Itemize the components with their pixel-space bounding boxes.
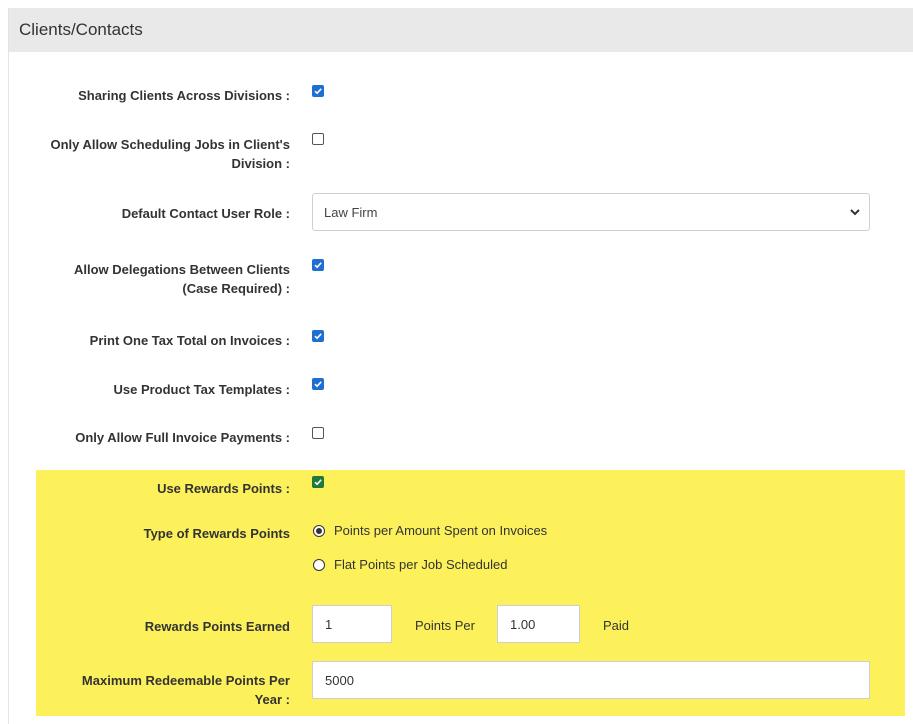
rewards-points-input[interactable]: 1 <box>312 605 392 643</box>
full-payments-checkbox[interactable] <box>312 427 324 439</box>
default-role-value: Law Firm <box>324 204 378 220</box>
rewards-type-label: Type of Rewards Points <box>143 526 290 541</box>
points-per-label: Points Per <box>415 618 475 633</box>
only-scheduling-label: Only Allow Scheduling Jobs in Client's D… <box>50 137 290 171</box>
paid-label: Paid <box>603 618 630 633</box>
delegations-checkbox[interactable] <box>312 259 324 271</box>
panel-header: Clients/Contacts <box>9 8 913 52</box>
one-tax-total-label: Print One Tax Total on Invoices : <box>89 333 290 348</box>
check-icon <box>314 262 322 269</box>
default-role-label: Default Contact User Role : <box>121 206 290 221</box>
max-redeemable-input[interactable]: 5000 <box>312 661 870 699</box>
check-icon <box>314 88 322 95</box>
use-rewards-label: Use Rewards Points : <box>157 481 290 496</box>
panel-title: Clients/Contacts <box>19 20 143 39</box>
rewards-type-radio-flat[interactable] <box>313 559 325 571</box>
sharing-clients-checkbox[interactable] <box>312 85 324 97</box>
rewards-amount-input[interactable]: 1.00 <box>497 605 580 643</box>
chevron-down-icon <box>850 209 860 216</box>
delegations-label: Allow Delegations Between Clients (Case … <box>74 262 290 296</box>
rewards-type-option-flat[interactable]: Flat Points per Job Scheduled <box>334 557 507 572</box>
rewards-type-option-amount[interactable]: Points per Amount Spent on Invoices <box>334 523 547 538</box>
only-scheduling-checkbox[interactable] <box>312 133 324 145</box>
one-tax-total-checkbox[interactable] <box>312 330 324 342</box>
rewards-earned-label: Rewards Points Earned <box>144 619 290 634</box>
check-icon <box>314 381 322 388</box>
product-tax-label: Use Product Tax Templates : <box>113 382 290 397</box>
rewards-type-radio-amount[interactable] <box>313 525 325 537</box>
product-tax-checkbox[interactable] <box>312 378 324 390</box>
max-redeemable-label: Maximum Redeemable Points Per Year : <box>81 673 290 707</box>
use-rewards-checkbox[interactable] <box>312 476 324 488</box>
default-role-select[interactable]: Law Firm <box>312 193 870 231</box>
check-icon <box>314 479 322 486</box>
full-payments-label: Only Allow Full Invoice Payments : <box>75 430 290 445</box>
sharing-clients-label: Sharing Clients Across Divisions : <box>78 88 290 103</box>
check-icon <box>314 333 322 340</box>
